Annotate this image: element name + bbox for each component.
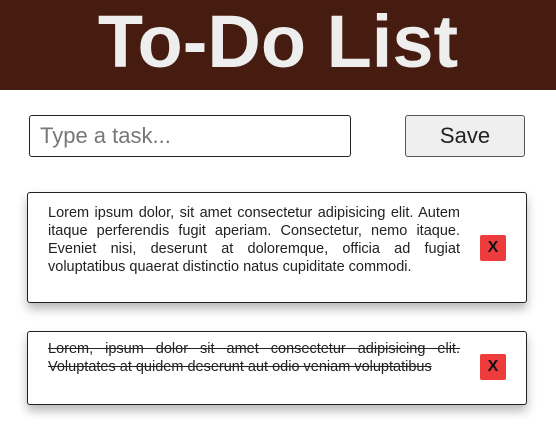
task-input[interactable]: [29, 115, 351, 157]
delete-task-button[interactable]: X: [480, 235, 506, 261]
app-header: To-Do List: [0, 0, 556, 90]
delete-task-button[interactable]: X: [480, 354, 506, 380]
save-button[interactable]: Save: [405, 115, 525, 157]
task-card: Lorem, ipsum dolor sit amet consectetur …: [27, 331, 527, 405]
task-text-completed[interactable]: Lorem, ipsum dolor sit amet consectetur …: [48, 340, 460, 376]
page-title: To-Do List: [97, 0, 459, 83]
task-card: Lorem ipsum dolor, sit amet consectetur …: [27, 192, 527, 303]
task-text[interactable]: Lorem ipsum dolor, sit amet consectetur …: [48, 204, 460, 276]
